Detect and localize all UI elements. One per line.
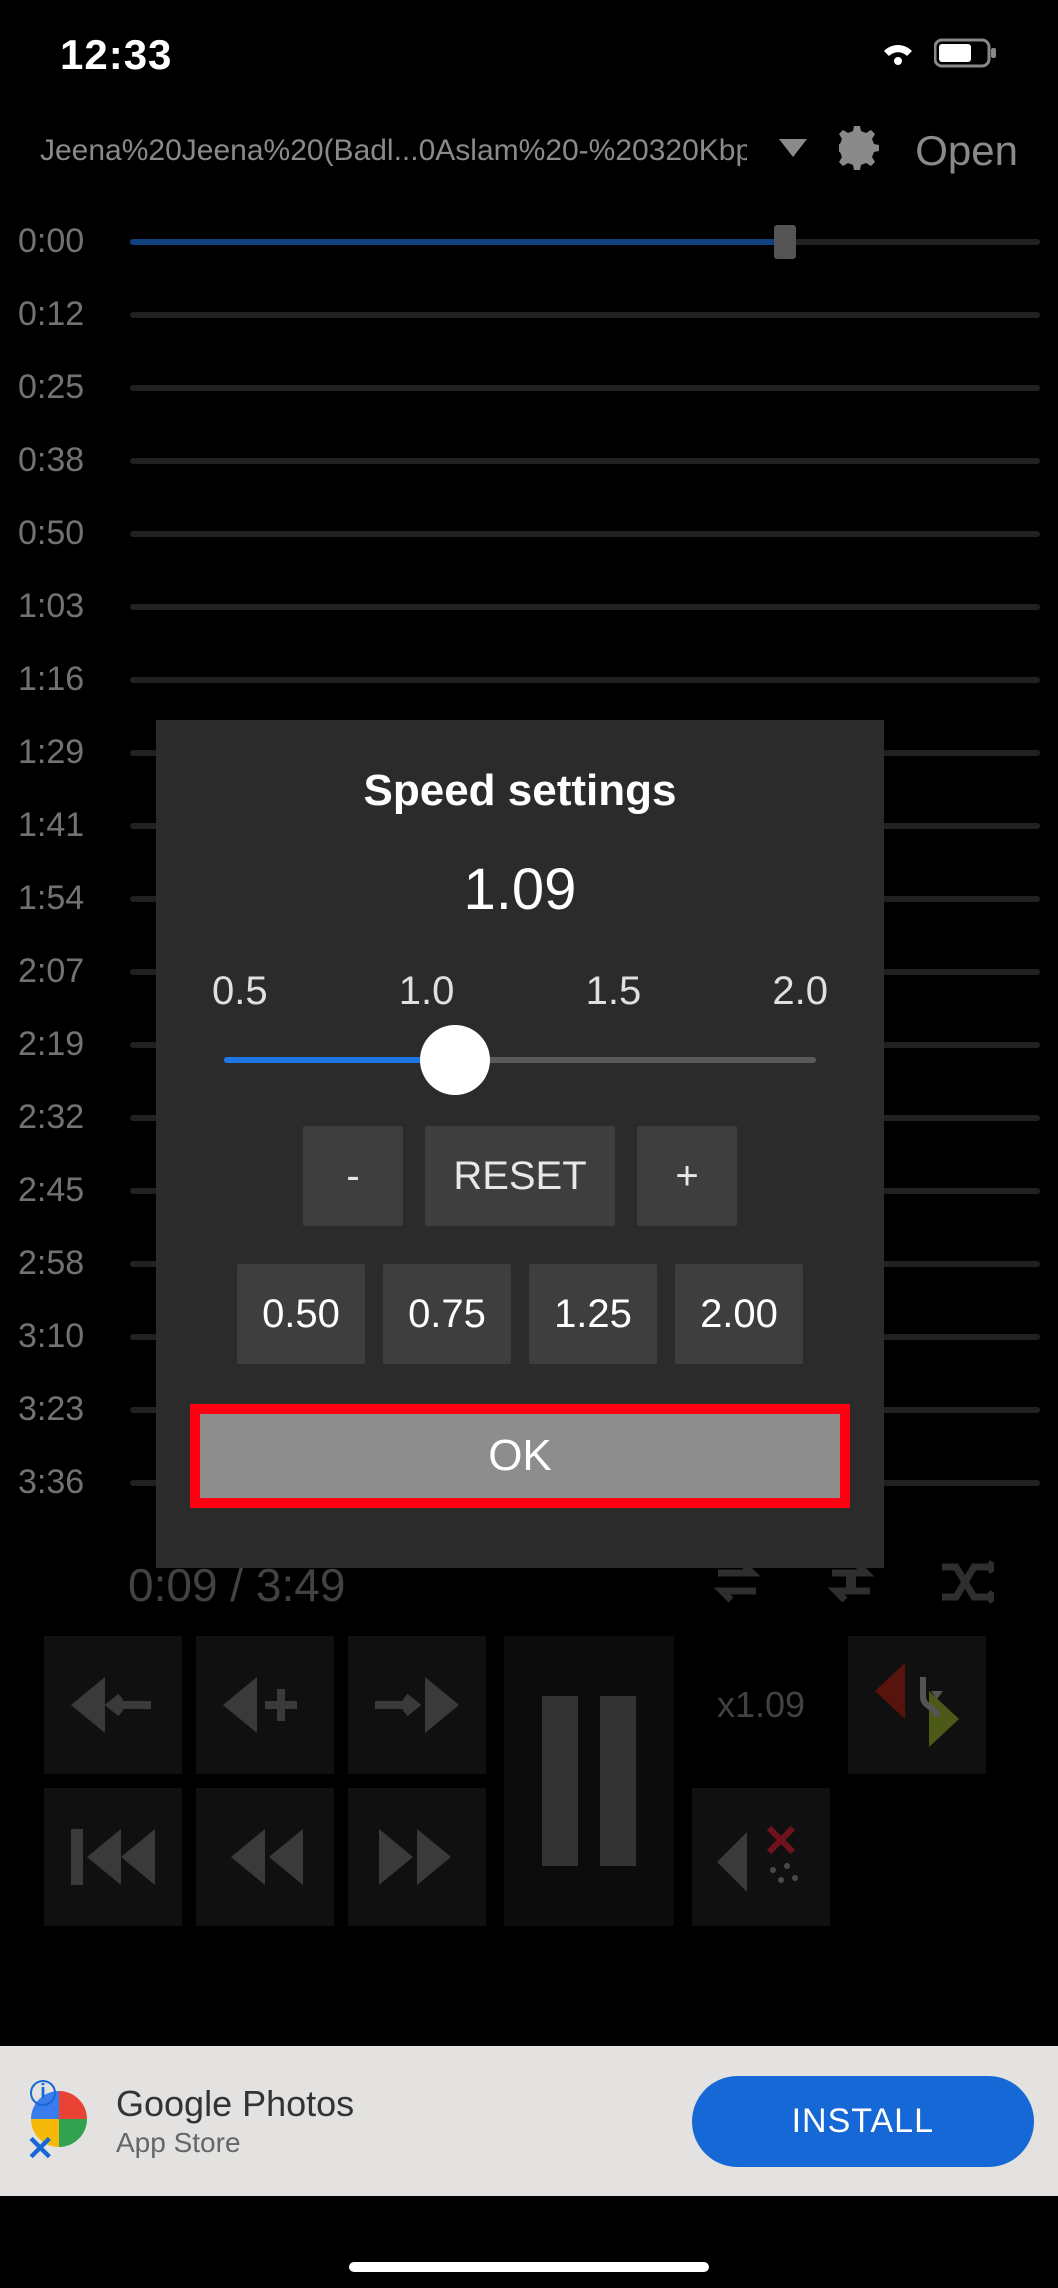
ad-title: Google Photos [116,2083,692,2125]
shuffle-icon[interactable] [936,1553,994,1616]
fast-forward-button[interactable] [348,1788,486,1926]
home-indicator[interactable] [349,2262,709,2272]
track-filename: Jeena%20Jeena%20(Badl...0Aslam%20-%20320… [40,134,747,168]
mark-forward-button[interactable] [348,1636,486,1774]
slider-ticks: 0.5 1.0 1.5 2.0 [156,923,884,1014]
track-slider[interactable] [130,385,1040,391]
battery-icon [934,37,998,74]
status-bar: 12:33 [0,0,1058,110]
track-slider[interactable] [130,604,1040,610]
track-time-label: 2:19 [18,1025,106,1064]
rewind-button[interactable] [196,1788,334,1926]
pause-bar-left [542,1696,578,1866]
status-icons [862,37,998,74]
slider-thumb[interactable] [420,1025,490,1095]
track-slider[interactable] [130,239,1040,245]
open-button[interactable]: Open [915,127,1018,175]
dialog-title: Speed settings [156,720,884,816]
tick-1: 1.0 [399,969,455,1014]
preset-3[interactable]: 2.00 [675,1264,803,1364]
track-slider[interactable] [130,458,1040,464]
track-time-label: 3:36 [18,1463,106,1502]
ad-close-icon[interactable]: ✕ [26,2129,55,2169]
tick-0: 0.5 [212,969,268,1014]
track-thumb[interactable] [774,225,796,259]
track-slider[interactable] [130,677,1040,683]
track-row[interactable]: 0:50 [18,497,1040,570]
track-row[interactable]: 1:03 [18,570,1040,643]
track-time-label: 1:16 [18,660,106,699]
ok-highlight: OK [190,1404,850,1508]
track-row[interactable]: 1:16 [18,643,1040,716]
preset-0[interactable]: 0.50 [237,1264,365,1364]
track-time-label: 2:58 [18,1244,106,1283]
mark-add-button[interactable] [196,1636,334,1774]
gear-icon[interactable] [839,126,883,175]
ad-install-button[interactable]: INSTALL [692,2076,1034,2167]
status-time: 12:33 [60,31,172,79]
dropdown-icon[interactable] [779,139,807,162]
track-time-label: 1:29 [18,733,106,772]
track-fill [130,239,785,245]
track-time-label: 1:03 [18,587,106,626]
track-slider[interactable] [130,312,1040,318]
controls-panel: x1.09 [0,1616,1058,1926]
track-slider[interactable] [130,531,1040,537]
pause-button[interactable] [504,1636,674,1926]
mark-back-button[interactable] [44,1636,182,1774]
prev-track-button[interactable] [44,1788,182,1926]
tick-2: 1.5 [586,969,642,1014]
track-time-label: 1:54 [18,879,106,918]
speed-reset-button[interactable]: RESET [425,1126,615,1226]
ad-banner[interactable]: i ✕ Google Photos App Store INSTALL [0,2046,1058,2196]
speed-settings-dialog: Speed settings 1.09 0.5 1.0 1.5 2.0 - RE… [156,720,884,1568]
track-time-label: 0:12 [18,295,106,334]
ad-info-icon[interactable]: i [30,2080,56,2106]
track-time-label: 2:45 [18,1171,106,1210]
wifi-icon [876,37,920,74]
clear-marks-button[interactable] [692,1788,830,1926]
track-time-label: 0:50 [18,514,106,553]
track-time-label: 0:38 [18,441,106,480]
ok-button[interactable]: OK [200,1414,840,1498]
speed-slider[interactable] [224,1040,816,1080]
preset-1[interactable]: 0.75 [383,1264,511,1364]
preset-2[interactable]: 1.25 [529,1264,657,1364]
track-row[interactable]: 0:25 [18,351,1040,424]
track-time-label: 0:25 [18,368,106,407]
speed-plus-button[interactable]: + [637,1126,737,1226]
track-time-label: 3:10 [18,1317,106,1356]
speed-button[interactable]: x1.09 [692,1636,830,1774]
swap-marks-button[interactable] [848,1636,986,1774]
track-row[interactable]: 0:38 [18,424,1040,497]
ad-subtitle: App Store [116,2127,692,2159]
track-time-label: 0:00 [18,222,106,261]
speed-value: 1.09 [156,816,884,923]
tick-3: 2.0 [772,969,828,1014]
pause-bar-right [600,1696,636,1866]
track-time-label: 2:07 [18,952,106,991]
track-row[interactable]: 0:00 [18,205,1040,278]
track-time-label: 1:41 [18,806,106,845]
app-header: Jeena%20Jeena%20(Badl...0Aslam%20-%20320… [0,110,1058,205]
track-row[interactable]: 0:12 [18,278,1040,351]
track-time-label: 2:32 [18,1098,106,1137]
ad-text: Google Photos App Store [116,2083,692,2159]
speed-minus-button[interactable]: - [303,1126,403,1226]
track-time-label: 3:23 [18,1390,106,1429]
